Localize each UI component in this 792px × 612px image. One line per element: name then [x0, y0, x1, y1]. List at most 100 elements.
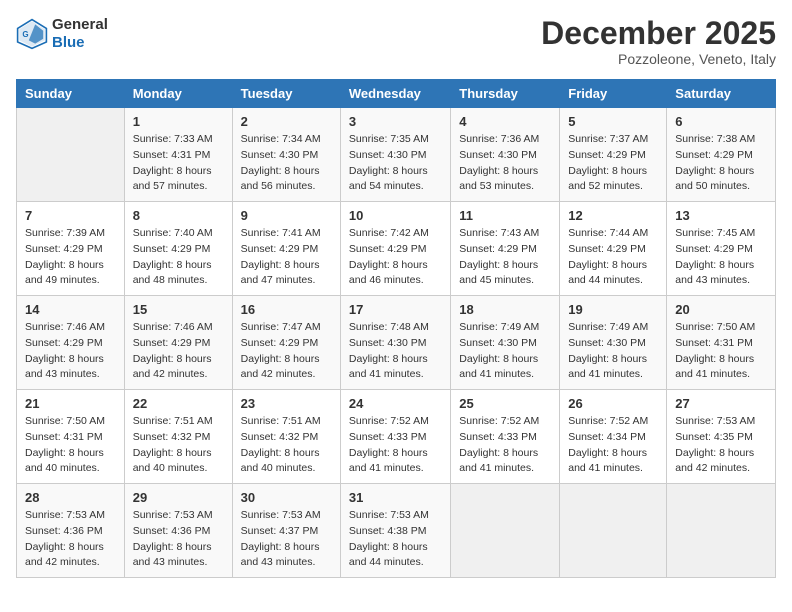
page-header: G General Blue December 2025 Pozzoleone,… — [16, 16, 776, 67]
day-number: 1 — [133, 114, 224, 129]
svg-text:G: G — [22, 30, 28, 39]
day-number: 11 — [459, 208, 551, 223]
header-friday: Friday — [560, 80, 667, 108]
day-cell: 3 Sunrise: 7:35 AMSunset: 4:30 PMDaylight… — [340, 108, 450, 202]
day-number: 2 — [241, 114, 332, 129]
day-info: Sunrise: 7:42 AMSunset: 4:29 PMDaylight:… — [349, 226, 442, 289]
day-cell: 29Sunrise: 7:53 AMSunset: 4:36 PMDayligh… — [124, 484, 232, 578]
day-info: Sunrise: 7:44 AMSunset: 4:29 PMDaylight:… — [568, 226, 658, 289]
day-number: 8 — [133, 208, 224, 223]
day-info: Sunrise: 7:40 AMSunset: 4:29 PMDaylight:… — [133, 226, 224, 289]
day-number: 25 — [459, 396, 551, 411]
day-info: Sunrise: 7:49 AMSunset: 4:30 PMDaylight:… — [568, 320, 658, 383]
day-number: 21 — [25, 396, 116, 411]
day-info: Sunrise: 7:53 AMSunset: 4:36 PMDaylight:… — [25, 508, 116, 571]
day-cell: 13 Sunrise: 7:45 AMSunset: 4:29 PMDayligh… — [667, 202, 776, 296]
day-info: Sunrise: 7:35 AMSunset: 4:30 PMDaylight:… — [349, 132, 442, 195]
day-number: 18 — [459, 302, 551, 317]
logo-icon: G — [16, 18, 48, 50]
day-info: Sunrise: 7:45 AMSunset: 4:29 PMDaylight:… — [675, 226, 767, 289]
header-saturday: Saturday — [667, 80, 776, 108]
day-cell: 22 Sunrise: 7:51 AMSunset: 4:32 PMDayligh… — [124, 390, 232, 484]
day-cell: 30 Sunrise: 7:53 AMSunset: 4:37 PMDayligh… — [232, 484, 340, 578]
day-info: Sunrise: 7:46 AMSunset: 4:29 PMDaylight:… — [133, 320, 224, 383]
day-cell: 20Sunrise: 7:50 AMSunset: 4:31 PMDayligh… — [667, 296, 776, 390]
day-info: Sunrise: 7:36 AMSunset: 4:30 PMDaylight:… — [459, 132, 551, 195]
day-cell: 14 Sunrise: 7:46 AMSunset: 4:29 PMDayligh… — [17, 296, 125, 390]
day-cell: 16 Sunrise: 7:47 AMSunset: 4:29 PMDayligh… — [232, 296, 340, 390]
day-info: Sunrise: 7:49 AMSunset: 4:30 PMDaylight:… — [459, 320, 551, 383]
day-number: 23 — [241, 396, 332, 411]
day-cell: 8 Sunrise: 7:40 AMSunset: 4:29 PMDaylight… — [124, 202, 232, 296]
day-cell: 21 Sunrise: 7:50 AMSunset: 4:31 PMDayligh… — [17, 390, 125, 484]
day-cell: 23 Sunrise: 7:51 AMSunset: 4:32 PMDayligh… — [232, 390, 340, 484]
day-number: 7 — [25, 208, 116, 223]
day-info: Sunrise: 7:39 AMSunset: 4:29 PMDaylight:… — [25, 226, 116, 289]
day-number: 13 — [675, 208, 767, 223]
day-info: Sunrise: 7:53 AMSunset: 4:35 PMDaylight:… — [675, 414, 767, 477]
day-info: Sunrise: 7:53 AMSunset: 4:37 PMDaylight:… — [241, 508, 332, 571]
day-number: 4 — [459, 114, 551, 129]
day-info: Sunrise: 7:53 AMSunset: 4:38 PMDaylight:… — [349, 508, 442, 571]
day-cell: 9Sunrise: 7:41 AMSunset: 4:29 PMDaylight… — [232, 202, 340, 296]
week-row-4: 21 Sunrise: 7:50 AMSunset: 4:31 PMDayligh… — [17, 390, 776, 484]
day-number: 29 — [133, 490, 224, 505]
day-cell: 26Sunrise: 7:52 AMSunset: 4:34 PMDayligh… — [560, 390, 667, 484]
day-cell: 1 Sunrise: 7:33 AMSunset: 4:31 PMDaylight… — [124, 108, 232, 202]
day-number: 15 — [133, 302, 224, 317]
day-number: 28 — [25, 490, 116, 505]
day-cell: 19 Sunrise: 7:49 AMSunset: 4:30 PMDayligh… — [560, 296, 667, 390]
day-info: Sunrise: 7:51 AMSunset: 4:32 PMDaylight:… — [241, 414, 332, 477]
week-row-1: 1 Sunrise: 7:33 AMSunset: 4:31 PMDaylight… — [17, 108, 776, 202]
day-info: Sunrise: 7:52 AMSunset: 4:34 PMDaylight:… — [568, 414, 658, 477]
day-info: Sunrise: 7:47 AMSunset: 4:29 PMDaylight:… — [241, 320, 332, 383]
day-info: Sunrise: 7:46 AMSunset: 4:29 PMDaylight:… — [25, 320, 116, 383]
day-number: 3 — [349, 114, 442, 129]
day-cell: 31 Sunrise: 7:53 AMSunset: 4:38 PMDayligh… — [340, 484, 450, 578]
day-number: 17 — [349, 302, 442, 317]
day-cell: 17Sunrise: 7:48 AMSunset: 4:30 PMDayligh… — [340, 296, 450, 390]
day-number: 14 — [25, 302, 116, 317]
week-row-5: 28 Sunrise: 7:53 AMSunset: 4:36 PMDayligh… — [17, 484, 776, 578]
calendar-header-row: SundayMondayTuesdayWednesdayThursdayFrid… — [17, 80, 776, 108]
day-cell: 2Sunrise: 7:34 AMSunset: 4:30 PMDaylight… — [232, 108, 340, 202]
day-info: Sunrise: 7:52 AMSunset: 4:33 PMDaylight:… — [349, 414, 442, 477]
day-cell: 4 Sunrise: 7:36 AMSunset: 4:30 PMDaylight… — [451, 108, 560, 202]
day-number: 30 — [241, 490, 332, 505]
day-info: Sunrise: 7:38 AMSunset: 4:29 PMDaylight:… — [675, 132, 767, 195]
day-number: 27 — [675, 396, 767, 411]
day-number: 16 — [241, 302, 332, 317]
day-info: Sunrise: 7:50 AMSunset: 4:31 PMDaylight:… — [25, 414, 116, 477]
day-number: 24 — [349, 396, 442, 411]
week-row-3: 14 Sunrise: 7:46 AMSunset: 4:29 PMDayligh… — [17, 296, 776, 390]
day-number: 5 — [568, 114, 658, 129]
header-tuesday: Tuesday — [232, 80, 340, 108]
day-cell: 11Sunrise: 7:43 AMSunset: 4:29 PMDayligh… — [451, 202, 560, 296]
header-monday: Monday — [124, 80, 232, 108]
day-number: 19 — [568, 302, 658, 317]
day-number: 22 — [133, 396, 224, 411]
day-info: Sunrise: 7:37 AMSunset: 4:29 PMDaylight:… — [568, 132, 658, 195]
day-info: Sunrise: 7:33 AMSunset: 4:31 PMDaylight:… — [133, 132, 224, 195]
day-cell: 27 Sunrise: 7:53 AMSunset: 4:35 PMDayligh… — [667, 390, 776, 484]
day-cell: 10 Sunrise: 7:42 AMSunset: 4:29 PMDayligh… — [340, 202, 450, 296]
calendar-title: December 2025 — [541, 16, 776, 51]
day-cell — [17, 108, 125, 202]
day-cell — [560, 484, 667, 578]
title-block: December 2025 Pozzoleone, Veneto, Italy — [541, 16, 776, 67]
week-row-2: 7 Sunrise: 7:39 AMSunset: 4:29 PMDaylight… — [17, 202, 776, 296]
day-number: 31 — [349, 490, 442, 505]
day-cell — [451, 484, 560, 578]
day-number: 10 — [349, 208, 442, 223]
day-cell: 25Sunrise: 7:52 AMSunset: 4:33 PMDayligh… — [451, 390, 560, 484]
day-cell: 5 Sunrise: 7:37 AMSunset: 4:29 PMDaylight… — [560, 108, 667, 202]
day-cell: 18 Sunrise: 7:49 AMSunset: 4:30 PMDayligh… — [451, 296, 560, 390]
day-number: 20 — [675, 302, 767, 317]
day-number: 9 — [241, 208, 332, 223]
logo: G General Blue — [16, 16, 108, 52]
day-cell: 15 Sunrise: 7:46 AMSunset: 4:29 PMDayligh… — [124, 296, 232, 390]
calendar-subtitle: Pozzoleone, Veneto, Italy — [541, 51, 776, 67]
day-cell: 24 Sunrise: 7:52 AMSunset: 4:33 PMDayligh… — [340, 390, 450, 484]
day-cell — [667, 484, 776, 578]
day-info: Sunrise: 7:51 AMSunset: 4:32 PMDaylight:… — [133, 414, 224, 477]
